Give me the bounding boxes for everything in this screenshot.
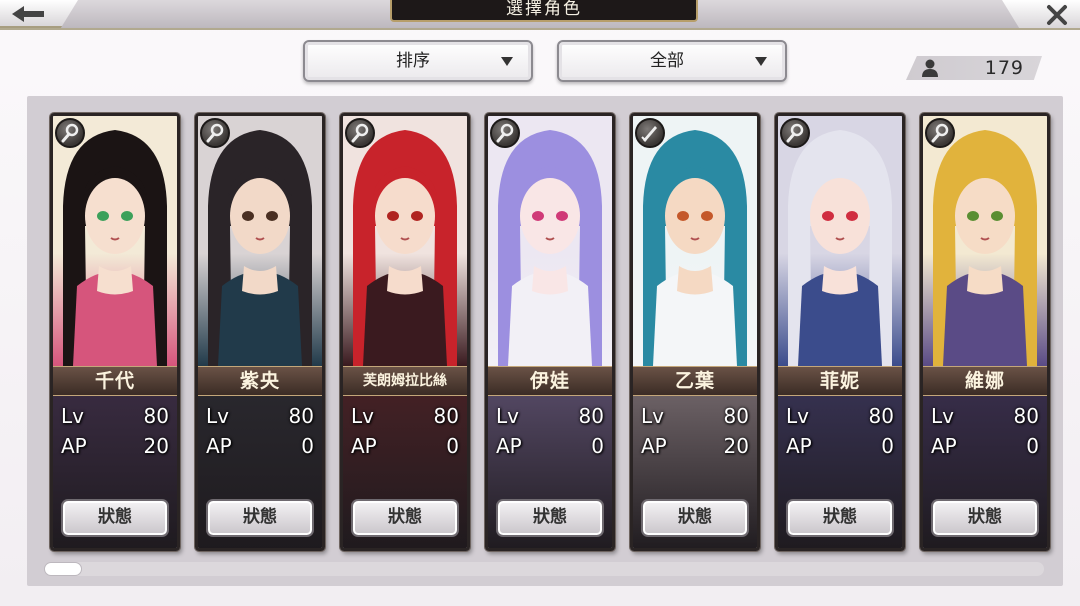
character-name: 菲妮	[778, 366, 902, 396]
status-button[interactable]: 狀態	[641, 499, 749, 537]
level-value: 80	[433, 404, 459, 428]
level-value: 80	[1013, 404, 1039, 428]
level-label: Lv	[206, 404, 229, 428]
character-portrait	[488, 116, 612, 366]
ap-label: AP	[351, 434, 377, 458]
character-name: 維娜	[923, 366, 1047, 396]
level-row: Lv 80	[206, 402, 314, 430]
level-label: Lv	[61, 404, 84, 428]
back-arrow-icon	[12, 6, 44, 22]
character-portrait	[633, 116, 757, 366]
ap-value: 0	[446, 434, 459, 458]
character-card[interactable]: 維娜 Lv 80 AP 0 狀態	[920, 113, 1050, 551]
ap-label: AP	[206, 434, 232, 458]
staff-icon	[780, 118, 810, 148]
level-label: Lv	[351, 404, 374, 428]
character-portrait	[923, 116, 1047, 366]
filter-dropdown[interactable]: 全部	[557, 40, 787, 82]
ap-value: 0	[591, 434, 604, 458]
character-card[interactable]: 紫央 Lv 80 AP 0 狀態	[195, 113, 325, 551]
level-value: 80	[723, 404, 749, 428]
chevron-down-icon	[755, 57, 767, 66]
status-button[interactable]: 狀態	[61, 499, 169, 537]
level-row: Lv 80	[786, 402, 894, 430]
sword-icon	[635, 118, 665, 148]
sort-dropdown-label: 排序	[396, 51, 430, 71]
ap-row: AP 0	[206, 432, 314, 460]
character-card[interactable]: 乙葉 Lv 80 AP 20 狀態	[630, 113, 760, 551]
ap-value: 0	[881, 434, 894, 458]
scrollbar-thumb[interactable]	[44, 562, 82, 576]
staff-icon	[345, 118, 375, 148]
ap-row: AP 0	[351, 432, 459, 460]
status-button[interactable]: 狀態	[496, 499, 604, 537]
filter-dropdown-label: 全部	[650, 51, 684, 71]
ap-row: AP 0	[786, 432, 894, 460]
level-row: Lv 80	[641, 402, 749, 430]
character-portrait	[198, 116, 322, 366]
level-value: 80	[868, 404, 894, 428]
staff-icon	[925, 118, 955, 148]
level-label: Lv	[931, 404, 954, 428]
level-row: Lv 80	[931, 402, 1039, 430]
character-name: 芙朗姆拉比絲	[343, 366, 467, 396]
level-row: Lv 80	[351, 402, 459, 430]
character-name: 紫央	[198, 366, 322, 396]
staff-icon	[55, 118, 85, 148]
close-icon	[1047, 5, 1067, 25]
ap-value: 0	[301, 434, 314, 458]
level-label: Lv	[786, 404, 809, 428]
ap-label: AP	[786, 434, 812, 458]
ap-value: 0	[1026, 434, 1039, 458]
level-value: 80	[578, 404, 604, 428]
ap-label: AP	[496, 434, 522, 458]
character-portrait	[343, 116, 467, 366]
level-value: 80	[288, 404, 314, 428]
level-label: Lv	[496, 404, 519, 428]
ap-label: AP	[61, 434, 87, 458]
ap-row: AP 0	[496, 432, 604, 460]
character-name: 伊娃	[488, 366, 612, 396]
ap-row: AP 20	[61, 432, 169, 460]
level-label: Lv	[641, 404, 664, 428]
character-count-badge: 179	[906, 56, 1042, 80]
character-count: 179	[984, 57, 1024, 79]
character-name: 千代	[53, 366, 177, 396]
character-portrait	[778, 116, 902, 366]
ap-row: AP 0	[931, 432, 1039, 460]
ap-value: 20	[723, 434, 749, 458]
status-button[interactable]: 狀態	[351, 499, 459, 537]
status-button[interactable]: 狀態	[931, 499, 1039, 537]
sort-dropdown[interactable]: 排序	[303, 40, 533, 82]
ap-row: AP 20	[641, 432, 749, 460]
status-button[interactable]: 狀態	[206, 499, 314, 537]
character-card[interactable]: 伊娃 Lv 80 AP 0 狀態	[485, 113, 615, 551]
staff-icon	[200, 118, 230, 148]
person-icon	[922, 59, 938, 77]
level-value: 80	[143, 404, 169, 428]
level-row: Lv 80	[61, 402, 169, 430]
level-row: Lv 80	[496, 402, 604, 430]
status-button[interactable]: 狀態	[786, 499, 894, 537]
ap-label: AP	[931, 434, 957, 458]
staff-icon	[490, 118, 520, 148]
chevron-down-icon	[501, 57, 513, 66]
horizontal-scrollbar[interactable]	[44, 562, 1044, 576]
page-title: 選擇角色	[390, 0, 698, 22]
character-portrait	[53, 116, 177, 366]
ap-label: AP	[641, 434, 667, 458]
character-name: 乙葉	[633, 366, 757, 396]
character-card[interactable]: 芙朗姆拉比絲 Lv 80 AP 0 狀態	[340, 113, 470, 551]
character-card[interactable]: 千代 Lv 80 AP 20 狀態	[50, 113, 180, 551]
character-card[interactable]: 菲妮 Lv 80 AP 0 狀態	[775, 113, 905, 551]
ap-value: 20	[143, 434, 169, 458]
